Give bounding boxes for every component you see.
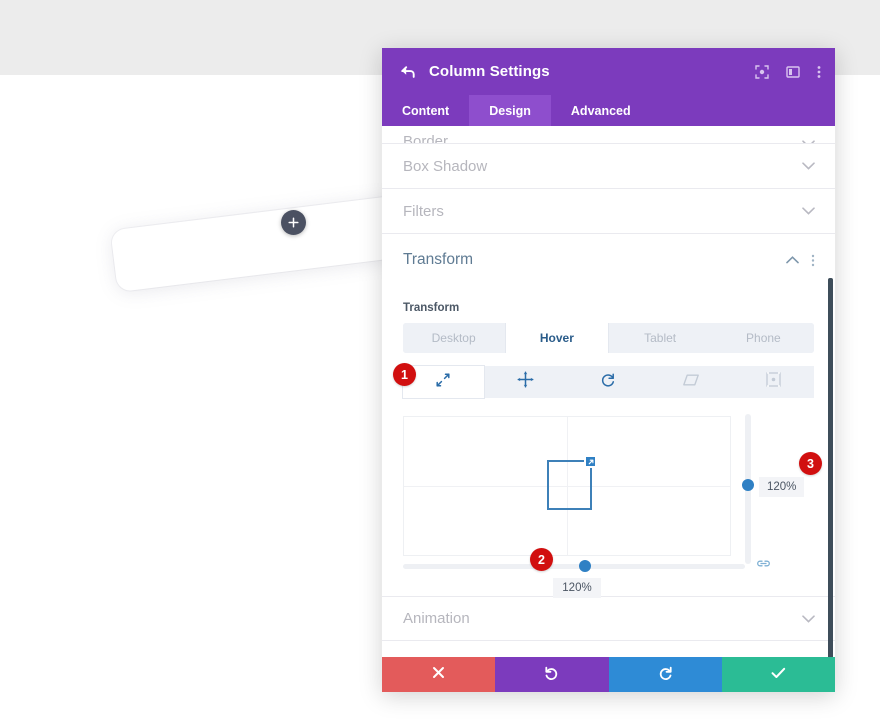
section-animation-label: Animation <box>403 610 470 627</box>
rotate-icon-button[interactable] <box>568 366 649 398</box>
check-icon <box>771 666 786 684</box>
scale-vertical-value[interactable]: 120% <box>759 477 805 497</box>
transform-preview-canvas[interactable] <box>403 416 731 556</box>
page-title: Column Settings <box>429 63 550 80</box>
section-filters-label: Filters <box>403 202 444 220</box>
undo-icon <box>544 665 559 685</box>
close-icon <box>432 666 445 684</box>
scale-vertical-slider[interactable] <box>742 414 754 564</box>
diagonal-arrow-icon <box>588 459 593 464</box>
page-root: Column Settings Content Design Advanced … <box>0 0 880 728</box>
transform-panel: Transform Desktop Hover Tablet Phone 120… <box>382 286 835 598</box>
link-chain-icon[interactable] <box>756 558 771 569</box>
kebab-menu-icon[interactable] <box>817 65 821 79</box>
move-icon-button[interactable] <box>485 366 567 398</box>
builder-column-block[interactable] <box>110 195 406 293</box>
origin-icon <box>765 371 782 393</box>
devtab-hover[interactable]: Hover <box>506 323 608 353</box>
skew-icon <box>682 373 700 392</box>
body-bottom-spacer <box>382 641 835 655</box>
layout-panel-icon[interactable] <box>786 65 800 79</box>
section-transform-label: Transform <box>403 251 474 268</box>
devtab-desktop[interactable]: Desktop <box>403 323 505 353</box>
annotation-badge-3: 3 <box>799 452 822 475</box>
chevron-down-icon <box>802 207 815 215</box>
modal-action-bar <box>382 657 835 692</box>
rotate-icon <box>600 372 616 393</box>
scale-vertical-slider-knob[interactable] <box>742 479 754 491</box>
scale-horizontal-slider-knob[interactable] <box>579 560 591 572</box>
devtab-phone[interactable]: Phone <box>712 323 814 353</box>
cancel-button[interactable] <box>382 657 496 692</box>
chevron-down-icon <box>802 614 815 623</box>
scale-horizontal-value[interactable]: 120% <box>553 578 601 598</box>
annotation-badge-1: 1 <box>393 363 416 386</box>
modal-header: Column Settings <box>382 48 835 95</box>
section-filters[interactable]: Filters <box>382 189 835 234</box>
header-icon-group <box>755 64 821 79</box>
section-box-shadow[interactable]: Box Shadow <box>382 144 835 189</box>
focus-target-icon[interactable] <box>755 64 769 79</box>
undo-button[interactable] <box>495 657 609 692</box>
redo-button[interactable] <box>608 657 722 692</box>
section-animation[interactable]: Animation <box>382 596 835 641</box>
save-button[interactable] <box>721 657 835 692</box>
annotation-badge-2: 2 <box>530 548 553 571</box>
back-arrow-icon[interactable] <box>400 64 416 80</box>
scale-resize-handle[interactable] <box>584 455 597 468</box>
skew-icon-button[interactable] <box>650 366 732 398</box>
column-settings-modal: Column Settings Content Design Advanced … <box>382 48 835 692</box>
modal-tab-bar: Content Design Advanced <box>382 95 835 126</box>
devtab-tablet[interactable]: Tablet <box>609 323 711 353</box>
origin-icon-button[interactable] <box>733 366 814 398</box>
section-options-kebab-icon[interactable] <box>811 254 815 267</box>
tab-content[interactable]: Content <box>382 95 469 126</box>
transform-type-buttons <box>403 366 814 398</box>
transform-field-label: Transform <box>403 302 460 314</box>
transform-canvas-area: 120% 120% <box>403 414 814 598</box>
add-module-button[interactable] <box>281 210 306 235</box>
modal-scrollbar[interactable] <box>828 278 833 657</box>
scale-icon <box>435 372 451 393</box>
chevron-up-icon <box>786 256 799 264</box>
chevron-down-icon <box>802 140 815 143</box>
transform-shape-box[interactable] <box>547 455 597 510</box>
redo-icon <box>658 665 673 685</box>
section-border-label: Border <box>403 133 449 144</box>
section-box-shadow-label: Box Shadow <box>403 157 488 175</box>
scale-horizontal-slider[interactable] <box>403 560 745 572</box>
tab-design[interactable]: Design <box>469 95 551 126</box>
device-state-tabs: Desktop Hover Tablet Phone <box>403 323 814 353</box>
chevron-down-icon <box>802 162 815 170</box>
plus-icon <box>288 217 299 228</box>
section-border[interactable]: Border <box>382 126 835 144</box>
move-icon <box>517 371 534 393</box>
section-transform[interactable]: Transform <box>382 234 835 286</box>
tab-advanced[interactable]: Advanced <box>551 95 651 126</box>
modal-body: Border Box Shadow Filters Transform Tran… <box>382 126 835 657</box>
